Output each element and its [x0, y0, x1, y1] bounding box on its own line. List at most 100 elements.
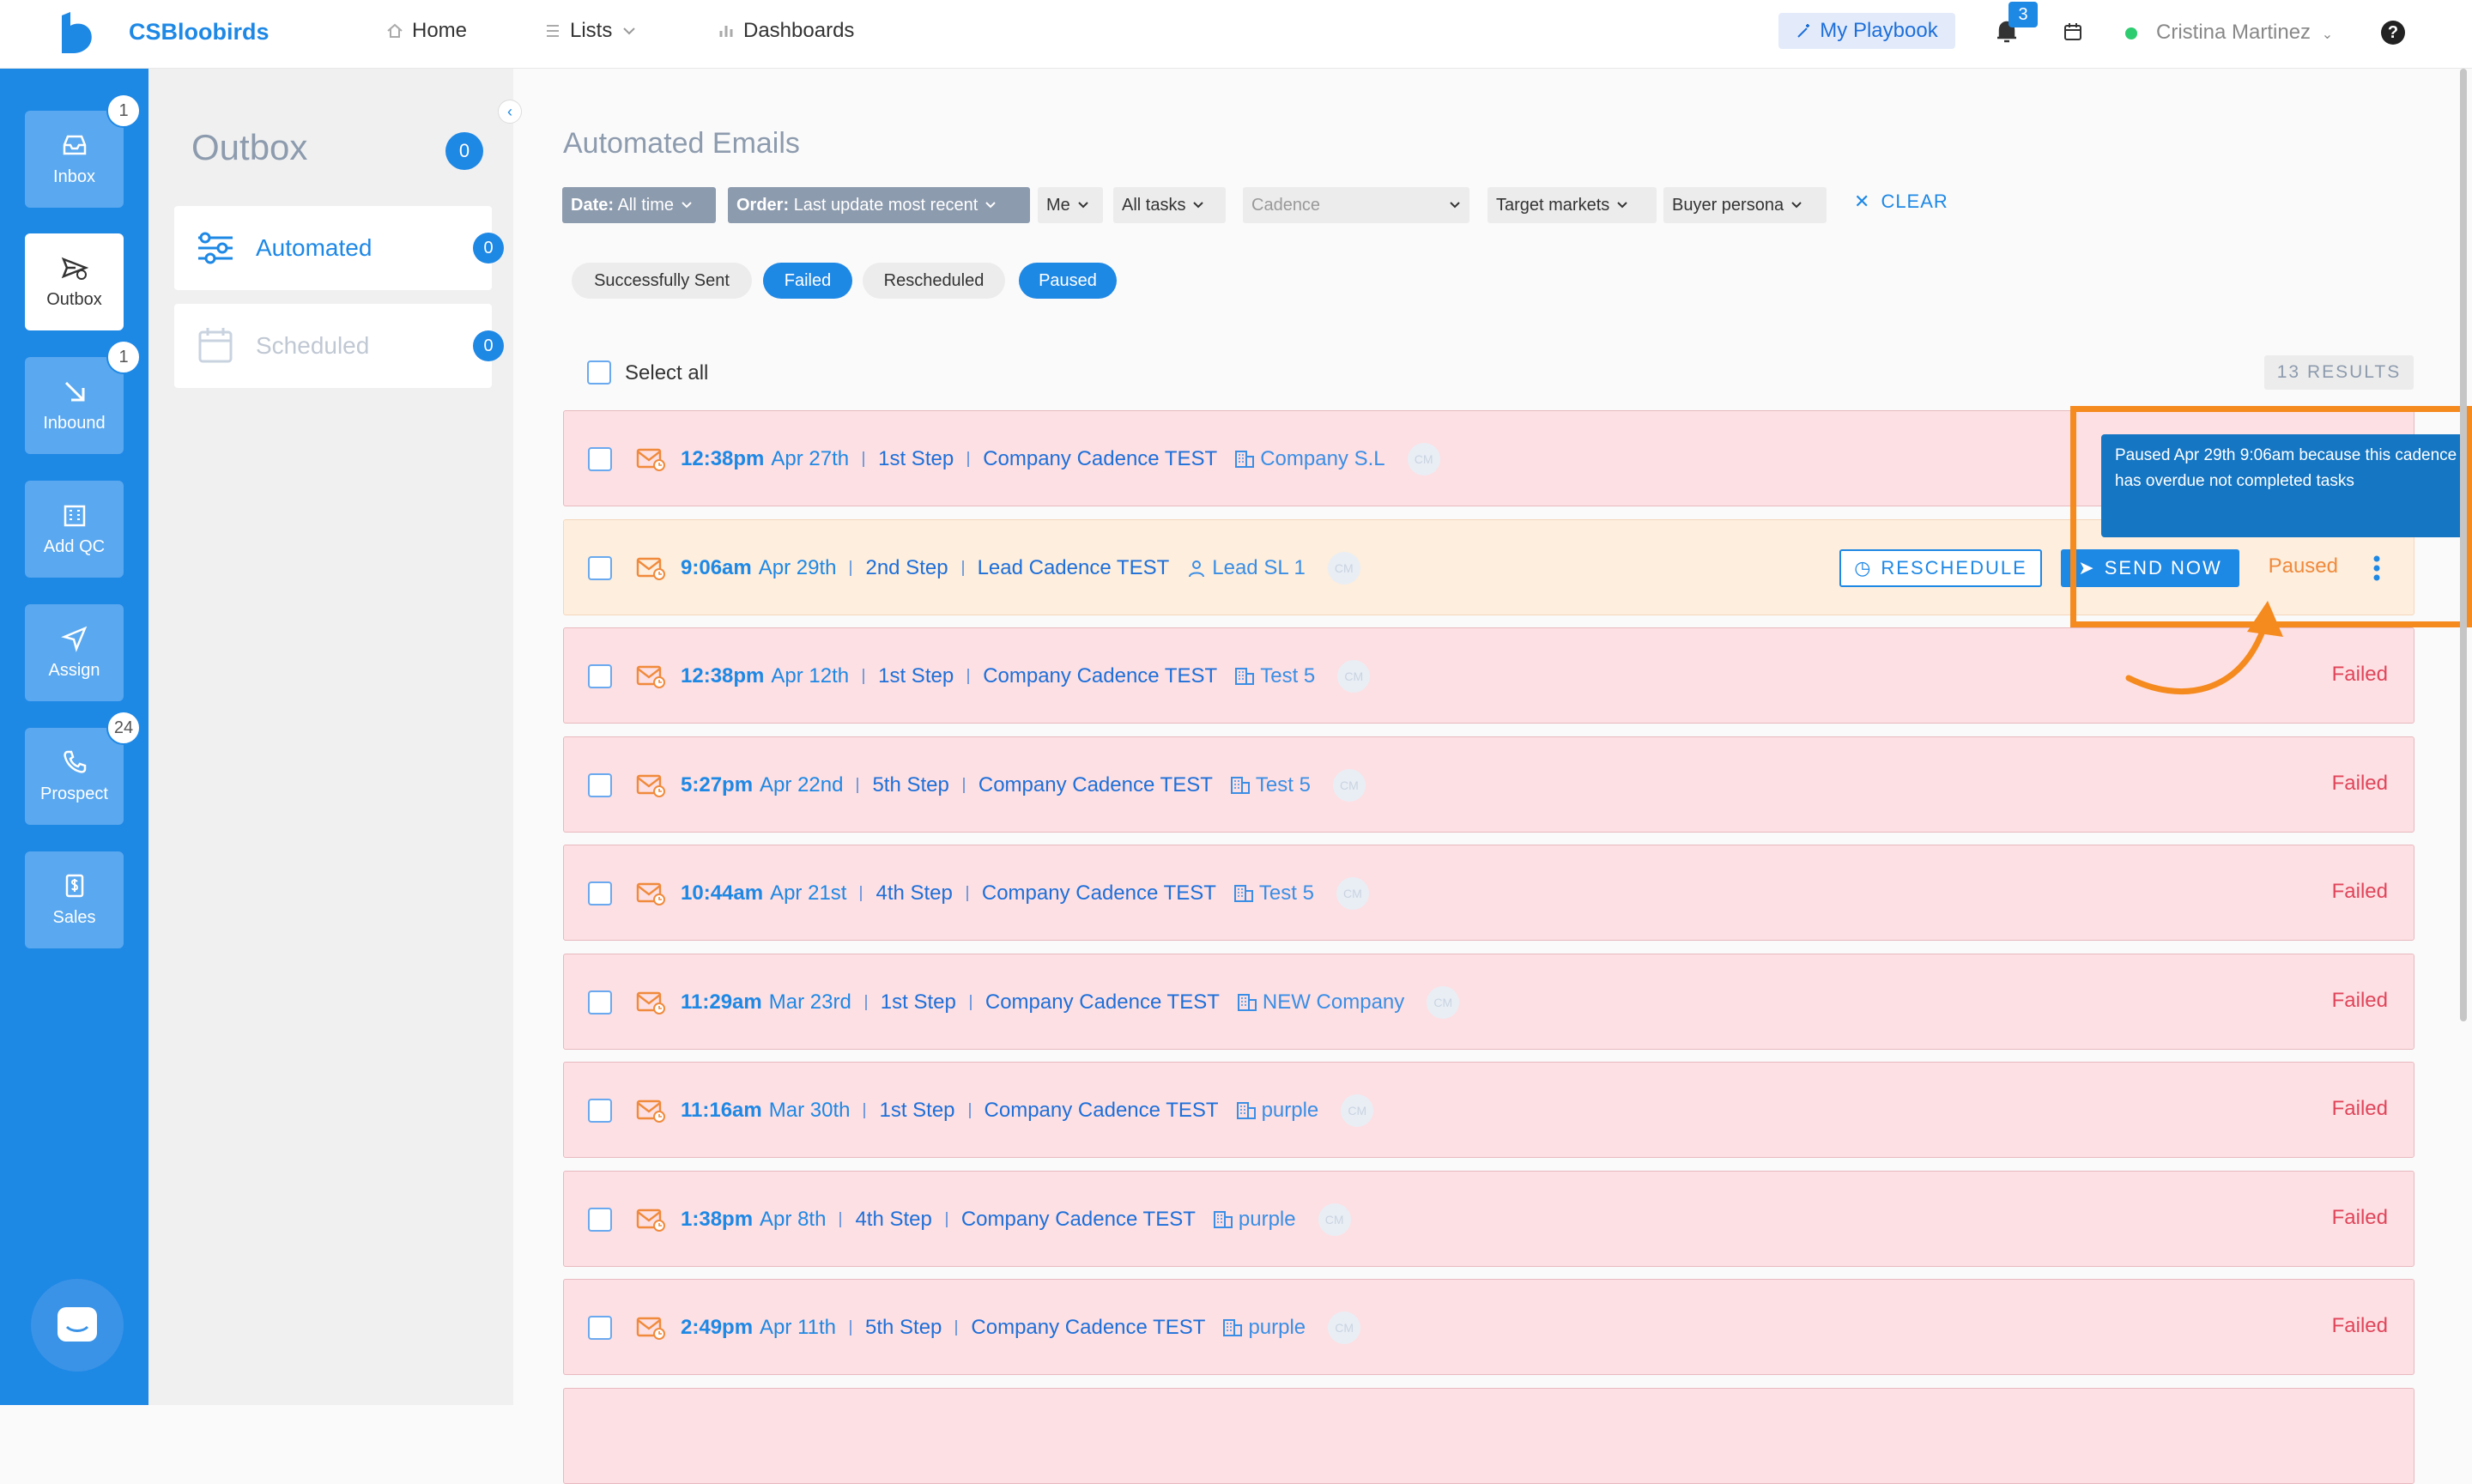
row-entity-link[interactable]: NEW Company: [1237, 990, 1404, 1015]
annotation-arrow: [2125, 601, 2283, 695]
row-cadence[interactable]: Company Cadence TEST: [982, 881, 1216, 906]
row-checkbox[interactable]: [588, 772, 612, 797]
table-row[interactable]: 10:44am Apr 21st 4th Step Company Cadence T…: [563, 845, 2414, 941]
table-row[interactable]: 1:38pm Apr 8th 4th Step Company Cadence TES…: [563, 1170, 2414, 1267]
chat-icon: [58, 1307, 97, 1342]
chip-rescheduled[interactable]: Rescheduled: [863, 263, 1005, 299]
row-date[interactable]: Apr 22nd: [760, 773, 843, 797]
row-checkbox[interactable]: [588, 447, 612, 471]
row-date[interactable]: Mar 30th: [769, 1099, 851, 1123]
row-time[interactable]: 1:38pm: [681, 1208, 753, 1232]
row-time[interactable]: 5:27pm: [681, 773, 753, 797]
email-clock-icon: [636, 1099, 665, 1123]
row-date[interactable]: Apr 27th: [771, 447, 849, 471]
row-details: 11:16am Mar 30th 1st Step Company Cadence T…: [681, 1063, 1374, 1159]
rail-sales[interactable]: Sales: [25, 851, 124, 948]
row-cadence[interactable]: Company Cadence TEST: [985, 1099, 1219, 1123]
row-cadence[interactable]: Company Cadence TEST: [983, 447, 1217, 471]
row-cadence[interactable]: Company Cadence TEST: [983, 664, 1217, 688]
row-date[interactable]: Apr 21st: [770, 881, 846, 906]
buyer-persona-filter[interactable]: Buyer persona: [1663, 187, 1827, 223]
user-menu[interactable]: Cristina Martinez ⌄: [2156, 21, 2333, 45]
row-time[interactable]: 9:06am: [681, 556, 752, 580]
clear-filters-button[interactable]: ✕ CLEAR: [1854, 191, 1948, 213]
order-filter[interactable]: Order: Last update most recent: [728, 187, 1030, 223]
rail-assign[interactable]: Assign: [25, 604, 124, 701]
chat-launcher-button[interactable]: [31, 1279, 124, 1372]
row-checkbox[interactable]: [588, 1207, 612, 1232]
row-cadence[interactable]: Company Cadence TEST: [978, 773, 1213, 797]
row-date[interactable]: Apr 12th: [771, 664, 849, 688]
row-cadence[interactable]: Company Cadence TEST: [985, 990, 1220, 1015]
status-badge: Failed: [2331, 1314, 2388, 1337]
table-row[interactable]: 2:49pm Apr 11th 5th Step Company Cadence TE…: [563, 1279, 2414, 1375]
row-cadence[interactable]: Company Cadence TEST: [961, 1208, 1196, 1232]
row-date[interactable]: Apr 8th: [760, 1208, 826, 1232]
brand-name[interactable]: CSBloobirds: [129, 19, 270, 45]
nav-lists[interactable]: Lists: [544, 19, 638, 43]
nav-dashboards[interactable]: Dashboards: [718, 19, 854, 43]
rail-outbox[interactable]: Outbox: [25, 233, 124, 330]
nav-home[interactable]: Home: [386, 19, 467, 43]
row-time[interactable]: 2:49pm: [681, 1316, 753, 1340]
row-time[interactable]: 11:29am: [681, 990, 762, 1015]
building-icon: [1233, 885, 1253, 902]
row-entity-link[interactable]: Test 5: [1233, 881, 1314, 906]
row-entity-link[interactable]: purple: [1213, 1208, 1296, 1232]
owner-filter[interactable]: Me: [1038, 187, 1103, 223]
buyer-persona-label: Buyer persona: [1672, 195, 1784, 215]
row-checkbox[interactable]: [588, 1099, 612, 1123]
bloobirds-logo-icon[interactable]: [58, 12, 96, 53]
row-checkbox[interactable]: [588, 990, 612, 1015]
rail-inbound[interactable]: Inbound 1: [25, 340, 141, 454]
target-markets-filter[interactable]: Target markets: [1487, 187, 1657, 223]
row-date[interactable]: Mar 23rd: [769, 990, 851, 1015]
sidebar-item-scheduled[interactable]: Scheduled 0: [174, 304, 504, 388]
row-checkbox[interactable]: [588, 881, 612, 906]
rail-inbox[interactable]: Inbox 1: [25, 94, 141, 208]
collapse-sidebar-button[interactable]: ‹: [498, 100, 522, 124]
row-details: 11:29am Mar 23rd 1st Step Company Cadence T…: [681, 954, 1460, 1051]
row-time[interactable]: 10:44am: [681, 881, 763, 906]
scrollbar[interactable]: [2460, 69, 2467, 1021]
help-icon[interactable]: ?: [2381, 21, 2405, 45]
select-all-checkbox[interactable]: [587, 360, 611, 385]
table-row[interactable]: 5:27pm Apr 22nd 5th Step Company Cadence TE…: [563, 736, 2414, 833]
date-filter[interactable]: Date: All time: [562, 187, 716, 223]
row-cadence[interactable]: Lead Cadence TEST: [978, 556, 1170, 580]
row-date[interactable]: Apr 29th: [759, 556, 837, 580]
row-time[interactable]: 12:38pm: [681, 447, 764, 471]
row-time[interactable]: 11:16am: [681, 1099, 762, 1123]
row-cadence[interactable]: Company Cadence TEST: [971, 1316, 1205, 1340]
user-name: Cristina Martinez: [2156, 21, 2311, 44]
rail-prospect[interactable]: Prospect 24: [25, 711, 141, 825]
row-time[interactable]: 12:38pm: [681, 664, 764, 688]
row-entity-link[interactable]: Lead SL 1: [1186, 556, 1306, 580]
chip-failed[interactable]: Failed: [763, 263, 852, 299]
calendar-icon[interactable]: [2063, 22, 2082, 41]
avatar: CM: [1327, 551, 1360, 585]
rail-add-qc[interactable]: Add QC: [25, 481, 124, 578]
chip-paused[interactable]: Paused: [1019, 263, 1117, 299]
reschedule-button[interactable]: ◷ RESCHEDULE: [1839, 548, 2042, 587]
row-entity-link[interactable]: Test 5: [1234, 664, 1315, 688]
row-entity-link[interactable]: purple: [1222, 1316, 1306, 1340]
divider: [967, 451, 970, 467]
row-checkbox[interactable]: [588, 555, 612, 580]
table-row[interactable]: 11:29am Mar 23rd 1st Step Company Cadence T…: [563, 953, 2414, 1051]
sidebar-item-automated[interactable]: Automated 0: [174, 206, 504, 290]
cadence-filter[interactable]: Cadence: [1243, 187, 1469, 223]
row-details: 10:44am Apr 21st 4th Step Company Cadence T…: [681, 845, 1369, 942]
row-entity-link[interactable]: Company S.L: [1234, 447, 1385, 471]
table-row[interactable]: [563, 1387, 2414, 1484]
chip-successfully-sent[interactable]: Successfully Sent: [572, 263, 752, 299]
tasks-filter[interactable]: All tasks: [1113, 187, 1226, 223]
row-entity-link[interactable]: purple: [1236, 1099, 1318, 1123]
row-checkbox[interactable]: [588, 1316, 612, 1340]
row-checkbox[interactable]: [588, 664, 612, 688]
row-date[interactable]: Apr 11th: [760, 1316, 836, 1340]
table-row[interactable]: 11:16am Mar 30th 1st Step Company Cadence T…: [563, 1062, 2414, 1158]
cadence-filter-placeholder: Cadence: [1251, 195, 1321, 215]
my-playbook-button[interactable]: My Playbook: [1778, 13, 1955, 49]
row-entity-link[interactable]: Test 5: [1230, 773, 1311, 797]
